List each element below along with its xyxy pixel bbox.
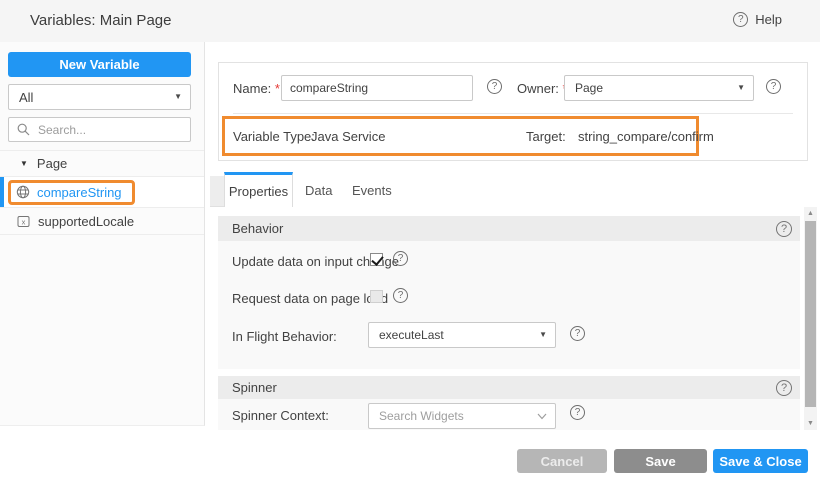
owner-label: Owner: * (517, 81, 568, 96)
variables-sidebar: New Variable All ▼ ▼ Page (0, 42, 205, 426)
spinner-section-title: Spinner (232, 380, 277, 395)
request-data-checkbox[interactable] (370, 290, 383, 303)
search-icon (17, 123, 30, 136)
in-flight-behavior-select[interactable]: executeLast ▼ (368, 322, 556, 348)
form-divider (233, 113, 793, 114)
help-icon: ? (733, 12, 748, 27)
save-close-button[interactable]: Save & Close (713, 449, 808, 473)
annotation-highlight-box: compareString (8, 180, 135, 205)
in-flight-behavior-help-icon[interactable]: ? (570, 326, 585, 341)
variable-type-value: Java Service (311, 129, 385, 144)
scrollbar-thumb[interactable] (805, 221, 816, 407)
tree-item-label: supportedLocale (38, 214, 134, 229)
variables-tree: ▼ Page compareString (0, 150, 204, 235)
behavior-section: Behavior ? Update data on input change ?… (218, 216, 800, 369)
spinner-context-help-icon[interactable]: ? (570, 405, 585, 420)
in-flight-behavior-value: executeLast (379, 328, 444, 342)
service-icon (16, 185, 30, 199)
variable-type-label: Variable Type: (233, 129, 315, 144)
search-input[interactable] (36, 122, 182, 138)
name-label: Name: * (233, 81, 280, 96)
search-box[interactable] (8, 117, 191, 142)
name-input[interactable] (281, 75, 473, 101)
chevron-down-icon: ▼ (737, 84, 745, 92)
chevron-down-icon: ▼ (174, 93, 182, 101)
tree-item-comparestring[interactable]: compareString (0, 177, 204, 208)
spinner-section: Spinner ? Spinner Context: Search Widget… (218, 376, 800, 430)
svg-text:x: x (22, 217, 26, 226)
annotation-highlight-box: Variable Type: Java Service Target: stri… (222, 116, 699, 156)
tree-expand-icon: ▼ (20, 160, 28, 168)
spinner-context-label: Spinner Context: (232, 408, 329, 423)
scroll-up-icon[interactable]: ▲ (804, 210, 817, 217)
tab-properties[interactable]: Properties (224, 172, 293, 207)
request-data-label: Request data on page load (232, 291, 388, 306)
update-data-help-icon[interactable]: ? (393, 251, 408, 266)
chevron-down-icon (537, 413, 547, 420)
name-help-icon[interactable]: ? (487, 79, 502, 94)
filter-select-value: All (19, 90, 33, 105)
spinner-section-body: Spinner Context: Search Widgets ? (218, 399, 800, 430)
cancel-button[interactable]: Cancel (517, 449, 607, 473)
dialog-header: Variables: Main Page ? Help (0, 0, 820, 42)
behavior-section-title: Behavior (232, 221, 283, 236)
tree-item-supportedlocale[interactable]: x supportedLocale (0, 208, 204, 235)
owner-help-icon[interactable]: ? (766, 79, 781, 94)
filter-select[interactable]: All ▼ (8, 84, 191, 110)
vertical-scrollbar[interactable]: ▲ ▼ (804, 207, 817, 430)
selected-indicator (0, 177, 4, 207)
tree-item-label: compareString (37, 185, 122, 200)
scroll-down-icon[interactable]: ▼ (804, 420, 817, 427)
help-link[interactable]: ? Help (733, 12, 782, 27)
owner-select[interactable]: Page ▼ (564, 75, 754, 101)
spinner-context-combobox[interactable]: Search Widgets (368, 403, 556, 429)
spinner-context-placeholder: Search Widgets (379, 409, 464, 423)
help-label: Help (755, 12, 782, 27)
required-marker: * (275, 81, 280, 96)
behavior-help-icon[interactable]: ? (776, 221, 792, 237)
tab-data[interactable]: Data (305, 183, 332, 198)
tab-events[interactable]: Events (352, 183, 392, 198)
tree-node-page[interactable]: ▼ Page (0, 150, 204, 177)
page-title: Variables: Main Page (30, 12, 171, 29)
new-variable-button[interactable]: New Variable (8, 52, 191, 77)
tree-node-page-label: Page (37, 156, 67, 171)
spinner-help-icon[interactable]: ? (776, 380, 792, 396)
target-value: string_compare/confirm (578, 129, 714, 144)
request-data-help-icon[interactable]: ? (393, 288, 408, 303)
spinner-section-header: Spinner ? (218, 376, 800, 399)
owner-select-value: Page (575, 81, 603, 95)
target-label: Target: (526, 129, 566, 144)
update-data-checkbox[interactable] (370, 253, 383, 266)
variable-detail-card: Name: * ? Owner: * Page ▼ ? Variable Typ… (218, 62, 808, 161)
in-flight-behavior-label: In Flight Behavior: (232, 329, 337, 344)
tab-bar-edge (210, 176, 224, 207)
behavior-section-header: Behavior ? (218, 216, 800, 241)
variables-dialog: Variables: Main Page ? Help New Variable… (0, 0, 820, 488)
variable-icon: x (17, 215, 30, 228)
chevron-down-icon: ▼ (539, 331, 547, 339)
save-button[interactable]: Save (614, 449, 707, 473)
behavior-section-body: Update data on input change ? Request da… (218, 241, 800, 369)
